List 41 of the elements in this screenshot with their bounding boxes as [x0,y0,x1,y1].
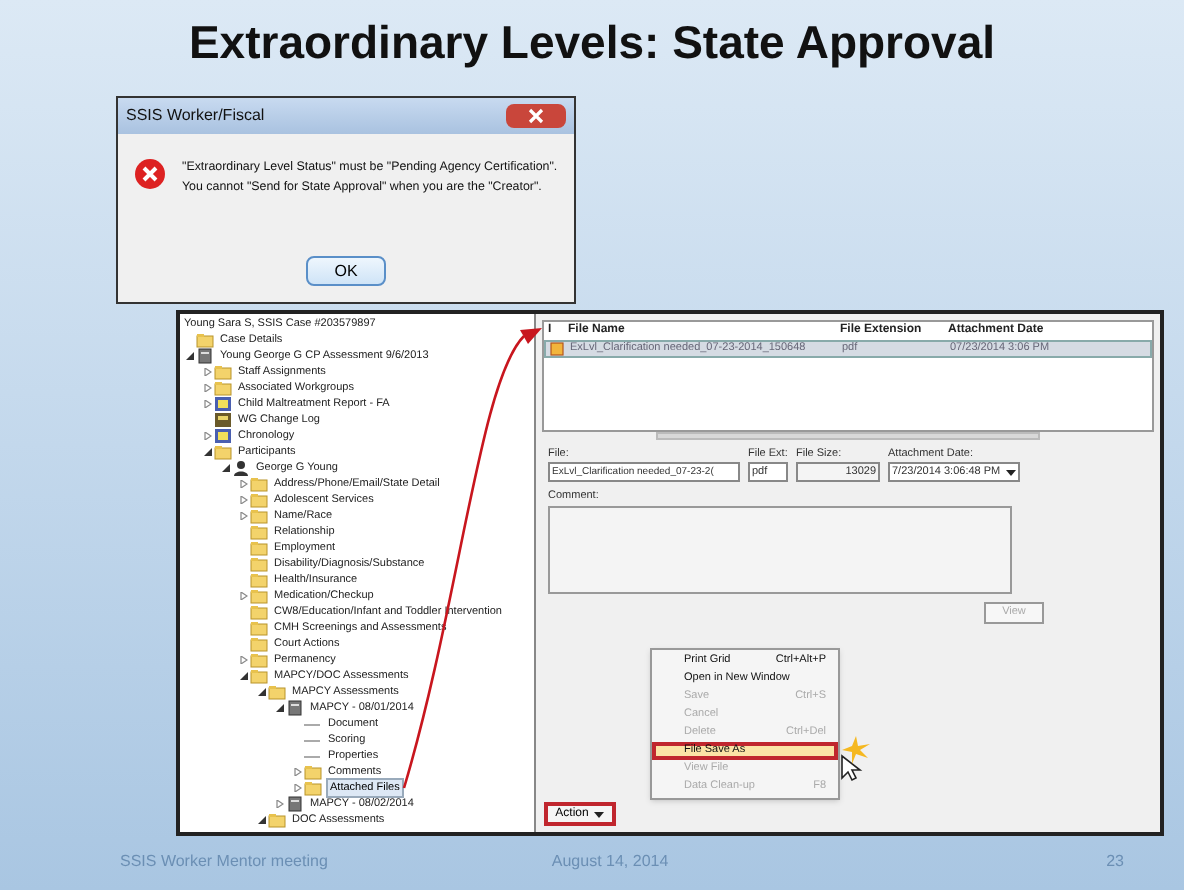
expand-arrow-icon[interactable] [204,400,212,408]
document-icon [286,796,304,812]
person-icon [232,460,250,476]
expand-arrow-icon[interactable] [204,384,212,392]
expand-arrow-icon[interactable] [240,496,248,504]
error-icon [134,158,166,190]
dialog-title: SSIS Worker/Fiscal [126,104,265,128]
close-button[interactable] [506,104,566,128]
expand-arrow-icon[interactable] [240,592,248,600]
expand-arrow-icon[interactable] [294,768,302,776]
expand-arrow-icon[interactable] [240,512,248,520]
expand-arrow-icon[interactable] [240,656,248,664]
folder-icon [214,444,232,460]
collapse-arrow-icon[interactable] [276,704,284,712]
collapse-arrow-icon[interactable] [258,816,266,824]
collapse-arrow-icon[interactable] [222,464,230,472]
slide-title: Extraordinary Levels: State Approval [186,14,998,72]
document-icon [286,700,304,716]
document-icon [196,348,214,364]
expand-arrow-icon[interactable] [294,784,302,792]
expand-arrow-icon[interactable] [204,432,212,440]
folder-icon [196,332,214,348]
pdf-file-icon [549,342,563,356]
ok-button[interactable]: OK [306,256,386,286]
folder-icon [268,812,286,828]
collapse-arrow-icon[interactable] [258,688,266,696]
expand-arrow-icon[interactable] [204,368,212,376]
expand-arrow-icon[interactable] [276,800,284,808]
collapse-arrow-icon[interactable] [240,672,248,680]
expand-arrow-icon[interactable] [240,480,248,488]
close-icon [528,108,544,124]
collapse-arrow-icon[interactable] [186,352,194,360]
footer-date: August 14, 2014 [551,849,669,873]
slide-number: 23 [1106,849,1124,873]
collapse-arrow-icon[interactable] [204,448,212,456]
sparkle-icon [842,736,870,764]
log-icon [214,412,232,428]
dropdown-arrow-icon [594,811,605,817]
footer-title: SSIS Worker Mentor meeting [120,849,328,873]
dropdown-arrow-icon [1006,469,1016,476]
comment-field[interactable] [548,505,1012,593]
